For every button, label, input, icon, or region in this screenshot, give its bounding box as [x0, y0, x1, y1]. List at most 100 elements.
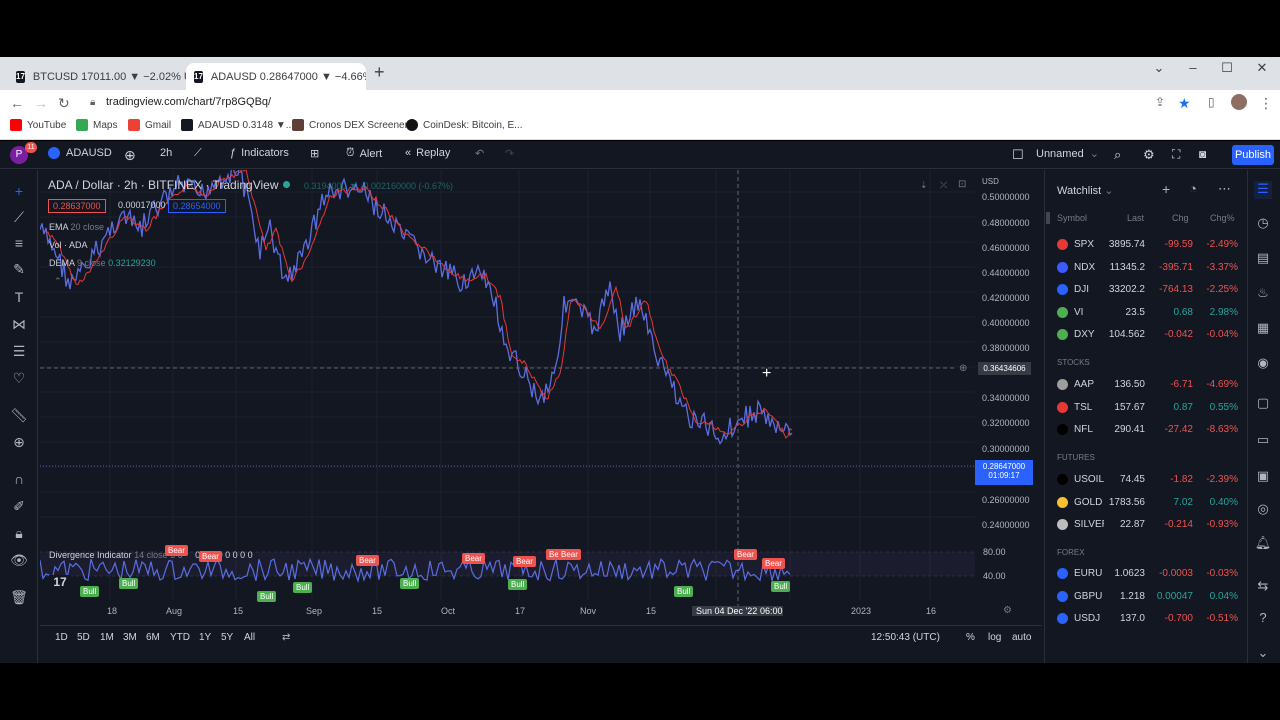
range-button-1m[interactable]: 1M: [100, 632, 114, 643]
chat-icon[interactable]: ▢: [1254, 395, 1272, 413]
trash-icon[interactable]: 🗑︎: [10, 588, 28, 606]
watchlist-row-aap[interactable]: AAP 136.50 -6.71 -4.69%: [1052, 375, 1242, 395]
col-header-symbol[interactable]: Symbol: [1057, 213, 1087, 223]
browser-tab-btcusd[interactable]: 17 BTCUSD 17011.00 ▼ −2.02% Un ✕: [8, 63, 186, 90]
trendline-icon[interactable]: ⟋: [10, 208, 28, 226]
section-futures[interactable]: FUTURES: [1057, 453, 1095, 462]
pattern-icon[interactable]: ⋈: [10, 315, 28, 333]
crosshair-icon[interactable]: +: [10, 182, 28, 200]
streams-icon[interactable]: ▣: [1254, 468, 1272, 486]
bookmark-cronos[interactable]: Cronos DEX Screener: [292, 119, 408, 131]
browser-menu-icon[interactable]: ⋮: [1259, 95, 1273, 112]
percent-toggle[interactable]: %: [966, 632, 975, 643]
bookmark-adausd[interactable]: ADAUSD 0.3148 ▼...: [181, 119, 294, 131]
broadcast-icon[interactable]: ◎: [1254, 501, 1272, 519]
alerts-clock-icon[interactable]: ◷: [1254, 215, 1272, 233]
alert-button[interactable]: ⏰︎ Alert: [346, 147, 382, 160]
watchlist-title[interactable]: Watchlist ⌄: [1057, 184, 1114, 197]
utc-clock[interactable]: 12:50:43 (UTC): [871, 632, 940, 643]
trading-panel-icon[interactable]: ⇆: [1254, 578, 1272, 596]
text-icon[interactable]: T: [10, 288, 28, 306]
fib-icon[interactable]: ≡: [10, 234, 28, 252]
collapse-panel-icon[interactable]: ⌄: [1254, 645, 1272, 663]
maximize-icon[interactable]: ☐: [1216, 60, 1238, 76]
undo-icon[interactable]: ↶: [475, 147, 484, 160]
watchlist-row-silver[interactable]: SILVER 22.87 -0.214 -0.93%: [1052, 515, 1242, 535]
column-resize-handle[interactable]: [1046, 212, 1050, 224]
gear-icon[interactable]: ⚙: [1143, 147, 1155, 163]
data-window-icon[interactable]: ▤: [1254, 250, 1272, 268]
volume-legend[interactable]: Vol · ADA: [49, 240, 88, 250]
watchlist-row-dxy[interactable]: DXY 104.562 -0.042 -0.04%: [1052, 325, 1242, 345]
watchlist-row-ndx[interactable]: NDX 11345.2 -395.71 -3.37%: [1052, 258, 1242, 278]
compare-symbol-icon[interactable]: ⊕: [124, 147, 136, 164]
range-button-all[interactable]: All: [244, 632, 255, 643]
ruler-icon[interactable]: 📏︎: [10, 406, 28, 424]
watchlist-row-tsl[interactable]: TSL 157.67 0.87 0.55%: [1052, 398, 1242, 418]
bookmark-gmail[interactable]: Gmail: [128, 119, 171, 131]
pane-down-icon[interactable]: ⇣: [920, 180, 928, 191]
search-icon[interactable]: ⌕: [1114, 147, 1121, 163]
forward-icon[interactable]: →: [34, 95, 48, 111]
sidepanel-icon[interactable]: ▯: [1208, 95, 1215, 109]
axis-settings-icon[interactable]: ⚙: [1003, 605, 1012, 616]
col-header-last[interactable]: Last: [1127, 213, 1144, 223]
tab-search-icon[interactable]: ⌄: [1148, 60, 1170, 76]
help-icon[interactable]: ?: [1254, 610, 1272, 628]
eye-icon[interactable]: 👁︎: [10, 551, 28, 569]
back-icon[interactable]: ←: [10, 95, 24, 111]
bell-icon[interactable]: 🔔︎: [1254, 535, 1272, 553]
reload-icon[interactable]: ↻: [58, 95, 70, 112]
browser-tab-adausd[interactable]: 17 ADAUSD 0.28647000 ▼ −4.66% ✕: [186, 63, 366, 90]
add-alert-icon[interactable]: ⊕: [959, 363, 967, 374]
range-button-1y[interactable]: 1Y: [199, 632, 211, 643]
close-window-icon[interactable]: ✕: [1251, 60, 1273, 76]
range-button-5y[interactable]: 5Y: [221, 632, 233, 643]
pane-maximize-icon[interactable]: ⊡: [958, 179, 966, 190]
zoom-icon[interactable]: ⊕: [10, 433, 28, 451]
oscillator-legend[interactable]: Divergence Indicator 14 close 5 6 0 0 0 …: [49, 550, 253, 560]
watchlist-icon[interactable]: ☰: [1254, 181, 1272, 199]
templates-icon[interactable]: ⊞: [310, 147, 319, 160]
watchlist-row-nfl[interactable]: NFL 290.41 -27.42 -8.63%: [1052, 420, 1242, 440]
publish-button[interactable]: Publish: [1232, 145, 1274, 165]
new-tab-icon[interactable]: +: [374, 62, 385, 83]
pane-collapse-icon[interactable]: ⤫: [940, 180, 947, 191]
watchlist-row-euru[interactable]: EURU 1.0623 -0.0003 -0.03%: [1052, 564, 1242, 584]
section-forex[interactable]: FOREX: [1057, 548, 1085, 557]
goto-date-icon[interactable]: ⇄: [282, 632, 290, 643]
range-button-1d[interactable]: 1D: [55, 632, 68, 643]
advanced-view-icon[interactable]: ◔: [1189, 181, 1197, 196]
bookmark-star-icon[interactable]: ★: [1178, 95, 1191, 112]
watchlist-row-gold[interactable]: GOLD 1783.56 7.02 0.40%: [1052, 493, 1242, 513]
chart-type-icon[interactable]: ⟋: [194, 147, 202, 160]
symbol-search[interactable]: ADAUSD: [48, 147, 112, 159]
range-button-6m[interactable]: 6M: [146, 632, 160, 643]
layout-name-dropdown[interactable]: Unnamed ⌄: [1036, 147, 1099, 161]
watchlist-row-usdj[interactable]: USDJ 137.0 -0.700 -0.51%: [1052, 609, 1242, 629]
interval-selector[interactable]: 2h: [160, 147, 172, 159]
minimize-icon[interactable]: –: [1182, 60, 1204, 75]
magnet-icon[interactable]: ∩: [10, 470, 28, 488]
ema-legend[interactable]: EMA 20 close: [49, 222, 104, 232]
lock-drawings-icon[interactable]: 🔒︎: [10, 524, 28, 542]
fullscreen-icon[interactable]: ⛶: [1172, 147, 1180, 162]
profile-avatar[interactable]: [1231, 94, 1247, 110]
watchlist-row-vi[interactable]: VI 23.5 0.68 2.98%: [1052, 303, 1242, 323]
heart-icon[interactable]: ♡: [10, 369, 28, 387]
brush-icon[interactable]: ✎: [10, 260, 28, 278]
pencil-lock-icon[interactable]: ✐: [10, 497, 28, 515]
share-icon[interactable]: ⇪: [1155, 95, 1165, 109]
log-toggle[interactable]: log: [988, 632, 1001, 643]
range-button-ytd[interactable]: YTD: [170, 632, 190, 643]
bookmark-maps[interactable]: Maps: [76, 119, 117, 131]
bookmark-coindesk[interactable]: CoinDesk: Bitcoin, E...: [406, 119, 522, 131]
url-field[interactable]: tradingview.com/chart/7rp8GQBq/: [106, 96, 271, 108]
hotlist-fire-icon[interactable]: ♨: [1254, 285, 1272, 303]
range-button-3m[interactable]: 3M: [123, 632, 137, 643]
dema-legend[interactable]: DEMA 9 close 0.32129230: [49, 258, 156, 268]
ideas-bulb-icon[interactable]: ◉: [1254, 355, 1272, 373]
more-options-icon[interactable]: ⋯: [1218, 181, 1231, 197]
camera-icon[interactable]: ◙: [1199, 147, 1206, 161]
add-symbol-icon[interactable]: +: [1162, 181, 1170, 197]
